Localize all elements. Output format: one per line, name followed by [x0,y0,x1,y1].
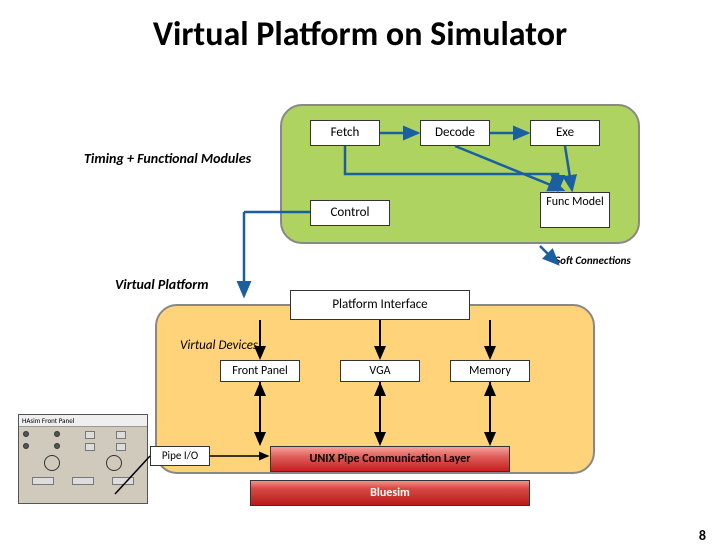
page-number: 8 [699,527,706,544]
memory-box: Memory [450,360,530,382]
led-icon [54,431,60,437]
button-icon [116,431,126,439]
button-icon [116,443,126,451]
unix-pipe-layer: UNIX Pipe Communication Layer [270,446,510,472]
button-icon [32,477,54,485]
control-box: Control [310,200,390,226]
button-icon [72,477,94,485]
bluesim-layer: Bluesim [250,480,530,506]
led-icon [23,443,29,449]
fetch-box: Fetch [310,120,380,146]
dial-icon [106,455,122,471]
front-panel-titlebar: HAsim Front Panel [19,415,147,427]
virtual-platform-label: Virtual Platform [115,276,208,293]
exe-box: Exe [530,120,600,146]
page-title: Virtual Platform on Simulator [0,14,720,55]
dial-icon [44,455,60,471]
button-icon [112,477,134,485]
vga-box: VGA [340,360,420,382]
front-panel-window: HAsim Front Panel [18,414,148,504]
pipe-io-box: Pipe I/O [150,446,210,466]
button-icon [85,443,95,451]
button-icon [85,431,95,439]
front-panel-box: Front Panel [220,360,300,382]
timing-functional-label: Timing + Functional Modules [84,150,251,167]
platform-interface-box: Platform Interface [290,290,470,320]
led-icon [54,443,60,449]
soft-connections-label: Soft Connections [555,254,631,267]
virtual-devices-label: Virtual Devices [180,338,258,353]
led-icon [23,431,29,437]
func-model-box: Func Model [540,192,610,228]
decode-box: Decode [420,120,490,146]
